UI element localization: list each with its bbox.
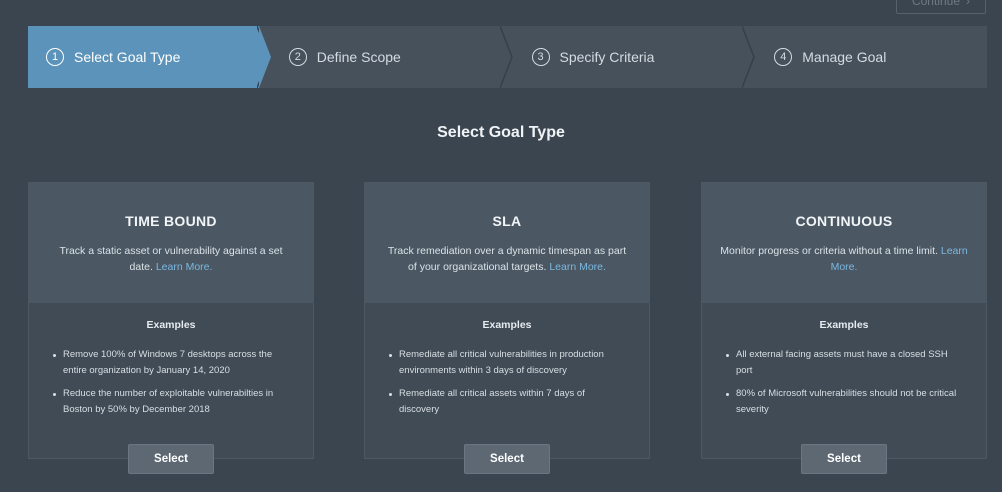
list-item: Remove 100% of Windows 7 desktops across… [51, 347, 291, 379]
learn-more-link[interactable]: Learn More. [156, 261, 213, 273]
step-define-scope[interactable]: 2 Define Scope [256, 26, 502, 88]
learn-more-link[interactable]: Learn More. [549, 261, 606, 273]
step-separator [742, 26, 756, 88]
list-item: Remediate all critical assets within 7 d… [387, 386, 627, 418]
examples-label: Examples [819, 319, 869, 331]
step-label: Define Scope [316, 49, 401, 65]
step-number: 4 [774, 48, 793, 66]
list-item: Remediate all critical vulnerabilities i… [387, 347, 627, 379]
goal-card-continuous: CONTINUOUS Monitor progress or criteria … [701, 182, 987, 474]
list-item: All external facing assets must have a c… [724, 347, 964, 379]
select-button[interactable]: Select [801, 444, 887, 474]
select-button[interactable]: Select [128, 444, 214, 474]
card-description: Track a static asset or vulnerability ag… [47, 243, 295, 275]
card-description: Monitor progress or criteria without a t… [720, 243, 968, 275]
card-body: Examples Remove 100% of Windows 7 deskto… [29, 303, 313, 418]
card-body: Examples Remediate all critical vulnerab… [365, 303, 649, 418]
card-title: SLA [492, 213, 522, 229]
card-description: Track remediation over a dynamic timespa… [383, 243, 631, 275]
continue-button[interactable]: Continue › [896, 0, 986, 14]
step-number: 2 [288, 48, 307, 66]
step-separator [499, 26, 513, 88]
list-item: Reduce the number of exploitable vulnera… [51, 386, 291, 418]
examples-list: All external facing assets must have a c… [724, 347, 964, 418]
examples-label: Examples [146, 319, 196, 331]
card-body: Examples All external facing assets must… [702, 303, 986, 418]
card-title: TIME BOUND [125, 213, 217, 229]
examples-label: Examples [482, 319, 532, 331]
step-specify-criteria[interactable]: 3 Specify Criteria [499, 26, 745, 88]
description-text: Monitor progress or criteria without a t… [720, 245, 938, 257]
examples-list: Remediate all critical vulnerabilities i… [387, 347, 627, 418]
step-number: 3 [531, 48, 550, 66]
step-select-goal-type[interactable]: 1 Select Goal Type [28, 26, 271, 88]
step-label: Select Goal Type [74, 49, 181, 65]
page-title: Select Goal Type [437, 124, 565, 141]
select-button[interactable]: Select [464, 444, 550, 474]
goal-card-sla: SLA Track remediation over a dynamic tim… [364, 182, 650, 474]
examples-list: Remove 100% of Windows 7 desktops across… [51, 347, 291, 418]
card-header: CONTINUOUS Monitor progress or criteria … [702, 183, 986, 303]
card-title: CONTINUOUS [795, 213, 893, 229]
goal-card-time-bound: TIME BOUND Track a static asset or vulne… [28, 182, 314, 474]
goal-wizard-page: Continue › 1 Select Goal Type 2 Define S… [0, 0, 1002, 492]
chevron-right-icon: › [966, 0, 971, 8]
wizard-stepper: 1 Select Goal Type 2 Define Scope 3 Spec… [28, 26, 987, 88]
step-label: Specify Criteria [559, 49, 655, 65]
card-header: TIME BOUND Track a static asset or vulne… [29, 183, 313, 303]
step-manage-goal[interactable]: 4 Manage Goal [742, 26, 987, 88]
step-number: 1 [46, 48, 64, 66]
step-label: Manage Goal [802, 49, 887, 65]
continue-label: Continue [911, 0, 961, 8]
list-item: 80% of Microsoft vulnerabilities should … [724, 386, 964, 418]
card-header: SLA Track remediation over a dynamic tim… [365, 183, 649, 303]
